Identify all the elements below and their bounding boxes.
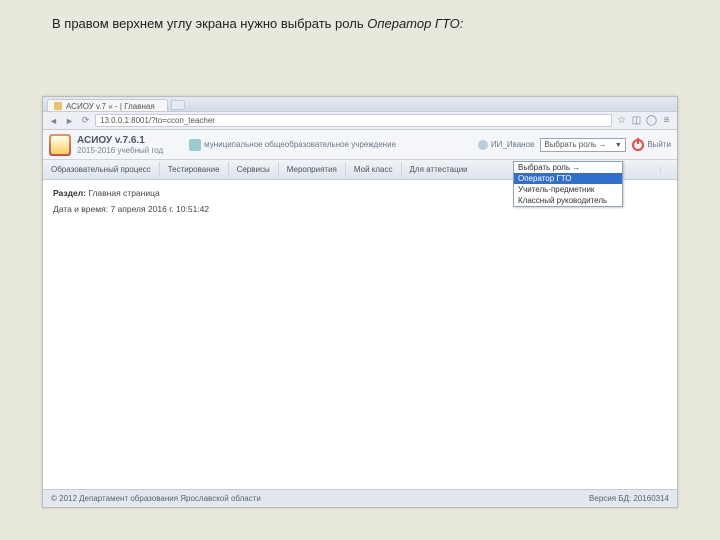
reload-button[interactable]: ⟳ — [79, 114, 92, 127]
role-option-class-head[interactable]: Классный руководитель — [514, 195, 622, 206]
instruction-role: Оператор ГТО: — [367, 16, 463, 31]
role-select[interactable]: Выбрать роль → ▼ — [540, 138, 626, 152]
role-dropdown: Выбрать роль → Оператор ГТО Учитель-пред… — [513, 161, 623, 207]
org-icon — [189, 139, 201, 151]
new-tab-button[interactable] — [171, 100, 185, 110]
star-icon[interactable]: ☆ — [615, 114, 628, 127]
role-option-operator-gto[interactable]: Оператор ГТО — [514, 173, 622, 184]
url-text: 13.0.0.1:8001/?to=ссоп_teacher — [100, 116, 215, 125]
browser-tab[interactable]: АСИОУ v.7 « - | Главная — [47, 99, 168, 111]
app-header: АСИОУ v.7.6.1 2015-2016 учебный год муни… — [43, 130, 677, 160]
back-button[interactable]: ◄ — [47, 114, 60, 127]
role-option-teacher[interactable]: Учитель-предметник — [514, 184, 622, 195]
section-label: Раздел: — [53, 188, 86, 198]
app-org-text: муниципальное общеобразовательное учрежд… — [204, 140, 396, 149]
menu-attestation[interactable]: Для аттестации — [401, 162, 476, 177]
instruction-prefix: В правом верхнем углу экрана нужно выбра… — [52, 16, 367, 31]
role-selected-text: Выбрать роль → — [544, 140, 606, 149]
chevron-down-icon: ▼ — [613, 141, 623, 151]
datetime-label: Дата и время: — [53, 204, 108, 214]
user-icon — [478, 140, 488, 150]
browser-window: АСИОУ v.7 « - | Главная ◄ ► ⟳ 13.0.0.1:8… — [42, 96, 678, 508]
app-title: АСИОУ v.7.6.1 — [77, 135, 163, 146]
footer-version: Версия БД: 20160314 — [589, 494, 669, 503]
datetime-value: 7 апреля 2016 г. 10:51:42 — [110, 204, 209, 214]
instruction-text: В правом верхнем углу экрана нужно выбра… — [52, 16, 463, 31]
app-title-block: АСИОУ v.7.6.1 2015-2016 учебный год — [77, 135, 163, 155]
app-year: 2015-2016 учебный год — [77, 146, 163, 155]
chrome-toolbar-right: ☆ ◫ ◯ ≡ — [615, 114, 673, 127]
role-option-placeholder[interactable]: Выбрать роль → — [514, 162, 622, 173]
menu-right — [660, 167, 673, 173]
menu-testing[interactable]: Тестирование — [159, 162, 228, 177]
forward-button[interactable]: ► — [63, 114, 76, 127]
user-block[interactable]: ИИ_Иванов — [478, 140, 534, 150]
user-name: ИИ_Иванов — [491, 140, 534, 149]
tab-title: АСИОУ v.7 « - | Главная — [66, 102, 155, 111]
url-field[interactable]: 13.0.0.1:8001/?to=ссоп_teacher — [95, 114, 612, 127]
extension-icon[interactable]: ◫ — [630, 114, 643, 127]
content-area: Раздел: Главная страница Дата и время: 7… — [43, 180, 677, 489]
tab-favicon — [54, 102, 62, 110]
menu-right-item[interactable] — [660, 167, 673, 173]
footer: © 2012 Департамент образования Ярославск… — [43, 489, 677, 507]
section-value: Главная страница — [88, 188, 159, 198]
app-org: муниципальное общеобразовательное учрежд… — [189, 139, 396, 151]
power-icon — [632, 139, 644, 151]
tab-strip: АСИОУ v.7 « - | Главная — [43, 97, 677, 112]
logout-button[interactable]: Выйти — [632, 139, 671, 151]
menu-events[interactable]: Мероприятия — [278, 162, 345, 177]
logout-label: Выйти — [647, 140, 671, 149]
url-bar: ◄ ► ⟳ 13.0.0.1:8001/?to=ссоп_teacher ☆ ◫… — [43, 112, 677, 130]
menu-services[interactable]: Сервисы — [228, 162, 278, 177]
user-circle-icon[interactable]: ◯ — [645, 114, 658, 127]
menu-my-class[interactable]: Мой класс — [345, 162, 401, 177]
menu-icon[interactable]: ≡ — [660, 114, 673, 127]
footer-copyright: © 2012 Департамент образования Ярославск… — [51, 494, 261, 503]
menu-edu-process[interactable]: Образовательный процесс — [47, 162, 159, 177]
app-logo — [49, 134, 71, 156]
